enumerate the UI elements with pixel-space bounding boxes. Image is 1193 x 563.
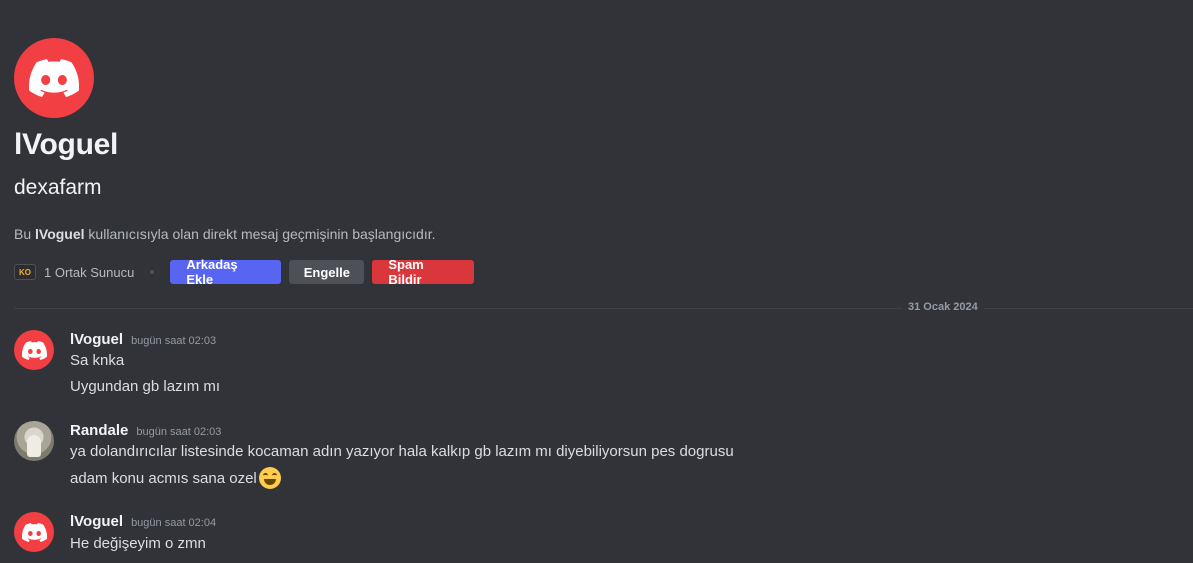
message-avatar[interactable] xyxy=(14,421,54,461)
message-avatar[interactable] xyxy=(14,330,54,370)
separator-dot xyxy=(150,270,155,274)
profile-avatar[interactable] xyxy=(14,38,94,118)
message-header: Randale bugün saat 02:03 xyxy=(70,422,221,439)
message-text: adam konu acmıs sana ozel xyxy=(70,469,257,487)
mutual-server-icon[interactable]: KO xyxy=(14,264,36,280)
discord-logo-icon xyxy=(29,59,79,97)
message-timestamp: bugün saat 02:04 xyxy=(131,517,217,529)
intro-prefix: Bu xyxy=(14,226,36,242)
intro-suffix: kullanıcısıyla olan direkt mesaj geçmişi… xyxy=(84,226,436,242)
message-text: He değişeyim o zmn xyxy=(70,535,206,552)
intro-username: lVoguel xyxy=(35,226,85,242)
message-text: ya dolandırıcılar listesinde kocaman adı… xyxy=(70,443,734,460)
user-photo-icon xyxy=(27,435,41,457)
message-author[interactable]: Randale xyxy=(70,422,128,439)
message-header: lVoguel bugün saat 02:04 xyxy=(70,513,216,530)
discord-logo-icon xyxy=(21,340,47,360)
report-spam-button[interactable]: Spam Bildir xyxy=(372,257,475,287)
block-button[interactable]: Engelle xyxy=(289,260,365,284)
grinning-face-icon[interactable] xyxy=(258,467,281,489)
mutual-servers-link[interactable]: 1 Ortak Sunucu xyxy=(44,265,134,280)
date-divider xyxy=(14,308,1193,309)
add-friend-button[interactable]: Arkadaş Ekle xyxy=(170,257,282,287)
profile-display-name: lVoguel xyxy=(14,128,119,161)
message-text: Uygundan gb lazım mı xyxy=(70,378,221,395)
profile-actions: KO 1 Ortak Sunucu Arkadaş Ekle Engelle S… xyxy=(14,257,482,287)
message-avatar[interactable] xyxy=(14,512,54,552)
message-timestamp: bugün saat 02:03 xyxy=(131,335,217,347)
profile-username: dexafarm xyxy=(14,176,102,199)
mutual-server-icon-label: KO xyxy=(19,267,31,277)
message-text-with-emoji: adam konu acmıs sana ozel xyxy=(70,467,281,489)
dm-channel: lVoguel dexafarm Bu lVoguel kullanıcısıy… xyxy=(0,0,1193,563)
message-author[interactable]: lVoguel xyxy=(70,513,123,530)
message-text: Sa knka xyxy=(70,352,125,369)
dm-intro-text: Bu lVoguel kullanıcısıyla olan direkt me… xyxy=(14,226,436,242)
discord-logo-icon xyxy=(21,522,47,542)
message-timestamp: bugün saat 02:03 xyxy=(136,426,222,438)
date-divider-label: 31 Ocak 2024 xyxy=(902,301,984,313)
message-author[interactable]: lVoguel xyxy=(70,331,123,348)
message-header: lVoguel bugün saat 02:03 xyxy=(70,331,216,348)
